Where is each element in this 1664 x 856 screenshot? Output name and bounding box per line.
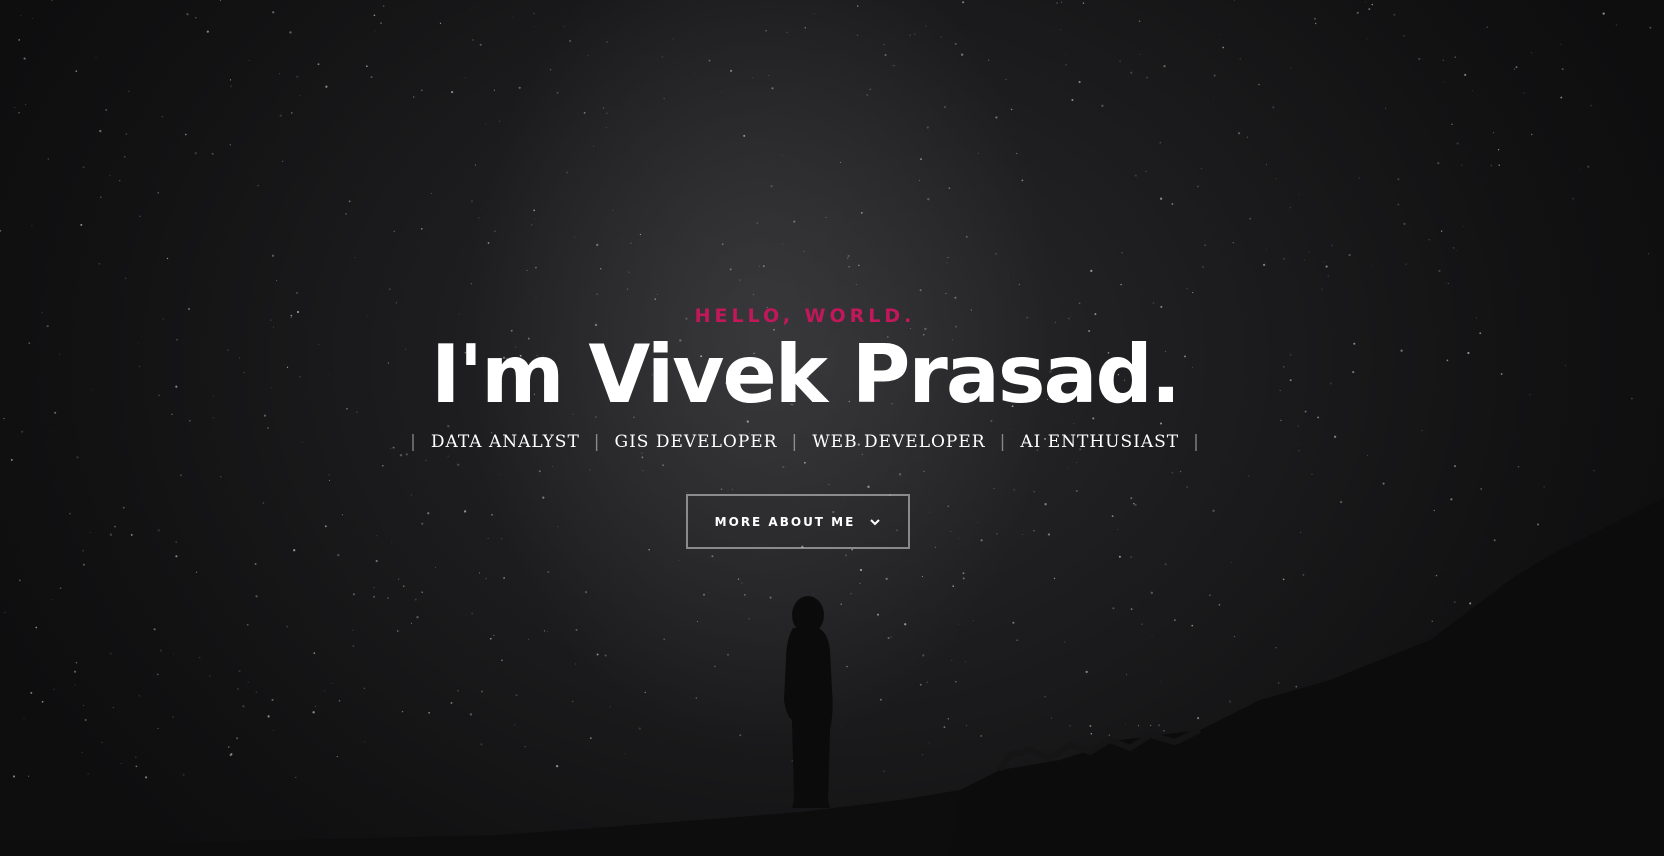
silhouette-landscape [0,498,1664,856]
more-about-me-button[interactable]: MORE ABOUT ME [686,494,910,549]
role-separator: | [1193,432,1200,452]
role-data-analyst: DATA ANALYST [430,432,580,452]
role-separator: | [791,432,799,452]
person-silhouette [784,596,833,808]
hero-section: HELLO, WORLD. I'm Vivek Prasad. | DATA AN… [0,0,1664,856]
chevron-down-icon [870,518,881,525]
role-gis-developer: GIS DEVELOPER [614,432,778,452]
greeting-text: HELLO, WORLD. [694,305,916,327]
role-separator: | [410,432,417,452]
role-web-developer: WEB DEVELOPER [812,432,986,452]
role-separator: | [593,432,601,452]
roles-list: | DATA ANALYST | GIS DEVELOPER | WEB DEVELOPE… [0,432,1610,452]
role-ai-enthusiast: AI ENTHUSIAST [1020,432,1180,452]
role-separator: | [999,432,1007,452]
page-title: I'm Vivek Prasad. [430,328,1181,421]
more-about-me-label: MORE ABOUT ME [714,514,856,529]
